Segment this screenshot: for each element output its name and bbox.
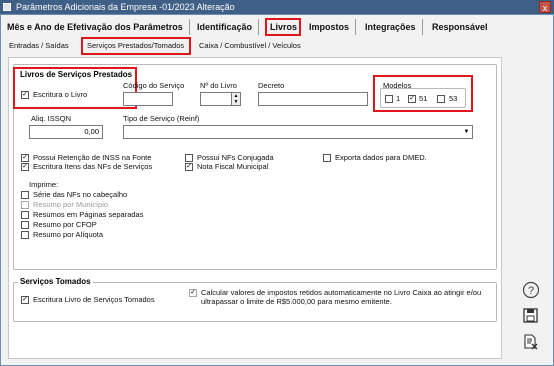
resumo-municipio-checkbox	[21, 201, 29, 209]
retencao-inss-label: Possui Retenção de INSS na Fonte	[33, 153, 152, 162]
highlight-subtab-servicos	[81, 37, 191, 55]
nota-fiscal-municipal-checkbox[interactable]: ✓	[185, 163, 193, 171]
imprime-label: Imprime:	[29, 180, 59, 189]
calcular-impostos-line1: Calcular valores de impostos retidos aut…	[201, 288, 482, 297]
chevron-down-icon[interactable]: ▼	[462, 127, 471, 137]
serie-nfs-checkbox[interactable]	[21, 191, 29, 199]
group-servicos-tomados-title: Serviços Tomados	[18, 277, 93, 286]
highlight-livros-prestados	[13, 67, 137, 109]
tab-mes-ano[interactable]: Mês e Ano de Efetivação dos Parâmetros	[7, 19, 190, 35]
resumo-cfop-checkbox[interactable]	[21, 221, 29, 229]
nr-livro-input[interactable]	[200, 92, 232, 106]
close-button[interactable]: x	[539, 1, 551, 13]
decreto-input[interactable]	[258, 92, 368, 106]
tab-impostos[interactable]: Impostos	[309, 19, 357, 35]
window-title: Parâmetros Adicionais da Empresa -01/202…	[16, 2, 235, 12]
title-bar: Parâmetros Adicionais da Empresa -01/202…	[0, 0, 554, 14]
svg-text:?: ?	[528, 285, 534, 297]
nr-livro-label: Nº do Livro	[200, 81, 237, 90]
retencao-inss-checkbox[interactable]: ✓	[21, 154, 29, 162]
nfs-conjugada-label: Possui NFs Conjugada	[197, 153, 274, 162]
aliq-issqn-input[interactable]: 0,00	[29, 125, 103, 139]
app-icon	[3, 3, 11, 11]
calcular-impostos-checkbox[interactable]: ✓	[189, 289, 197, 297]
content-panel: Livros de Serviços Prestados ✓ Escritura…	[8, 57, 502, 359]
cancel-document-icon[interactable]	[522, 333, 540, 351]
serie-nfs-label: Série das NFs no cabeçalho	[33, 190, 128, 199]
subtab-caixa-combustivel-veiculos[interactable]: Caixa / Combustível / Veículos	[199, 39, 301, 53]
subtab-entradas-saidas[interactable]: Entradas / Saídas	[9, 39, 69, 53]
tipo-servico-select[interactable]: ▼	[123, 125, 473, 139]
tab-responsavel[interactable]: Responsável	[432, 19, 488, 35]
save-icon[interactable]	[522, 307, 540, 325]
resumo-aliquota-label: Resumo por Alíquota	[33, 230, 104, 239]
tipo-servico-label: Tipo de Serviço (Reinf)	[123, 114, 200, 123]
highlight-tab-livros	[265, 18, 301, 36]
escritura-tomados-checkbox[interactable]: ✓	[21, 296, 29, 304]
aliq-issqn-label: Aliq. ISSQN	[31, 114, 72, 123]
calcular-impostos-line2: ultrapassar o limite de R$5.000,00 para …	[201, 297, 392, 306]
escritura-itens-label: Escritura Itens das NFs de Serviços	[33, 162, 153, 171]
resumos-paginas-label: Resumos em Páginas separadas	[33, 210, 144, 219]
escritura-itens-checkbox[interactable]: ✓	[21, 163, 29, 171]
nfs-conjugada-checkbox[interactable]	[185, 154, 193, 162]
codigo-servico-input[interactable]	[123, 92, 173, 106]
exporta-dmed-label: Exporta dados para DMED.	[335, 153, 427, 162]
highlight-modelos	[373, 75, 473, 112]
resumos-paginas-checkbox[interactable]	[21, 211, 29, 219]
resumo-municipio-label: Resumo por Município	[33, 200, 109, 209]
exporta-dmed-checkbox[interactable]	[323, 154, 331, 162]
resumo-cfop-label: Resumo por CFOP	[33, 220, 97, 229]
nr-livro-spinner[interactable]: ▲ ▼	[231, 92, 241, 106]
nota-fiscal-municipal-label: Nota Fiscal Municipal	[197, 162, 269, 171]
escritura-tomados-label: Escritura Livro de Serviços Tomados	[33, 295, 155, 304]
codigo-servico-label: Código do Serviço	[123, 81, 185, 90]
help-icon[interactable]: ?	[522, 281, 540, 299]
window-body: Mês e Ano de Efetivação dos Parâmetros I…	[0, 14, 554, 366]
tab-integracoes[interactable]: Integrações	[365, 19, 423, 35]
decreto-label: Decreto	[258, 81, 285, 90]
tab-identificacao[interactable]: Identificação	[197, 19, 260, 35]
resumo-aliquota-checkbox[interactable]	[21, 231, 29, 239]
